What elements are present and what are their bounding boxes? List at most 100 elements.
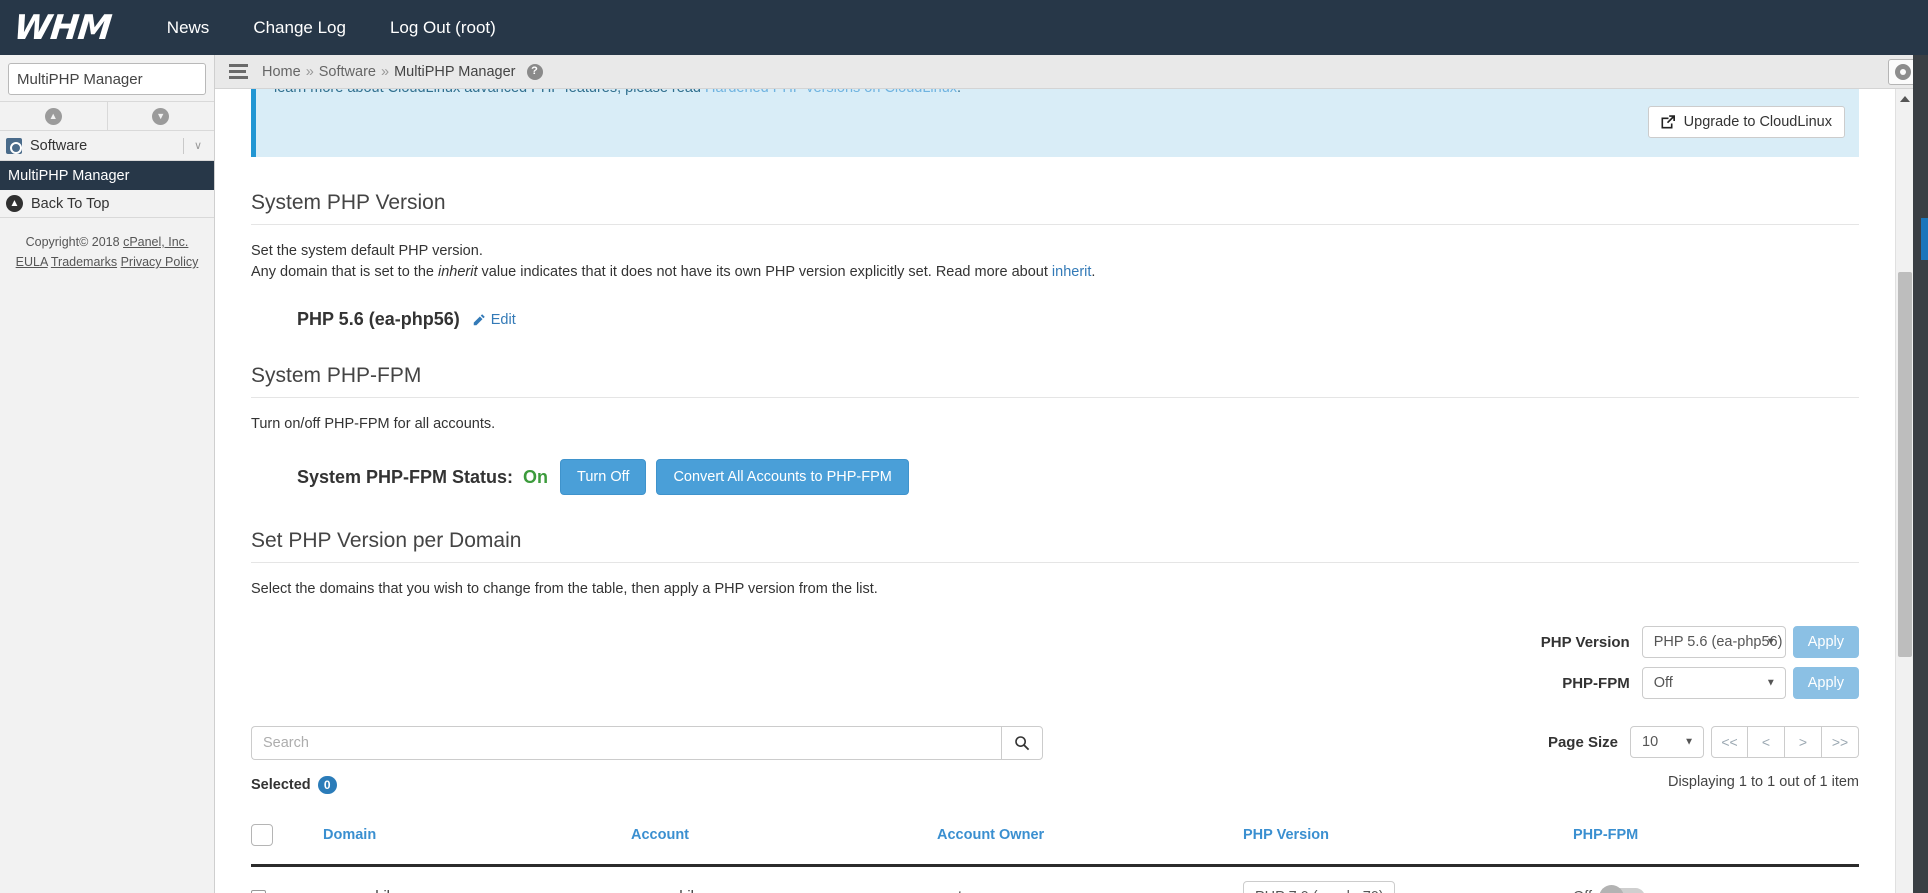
life-ring-icon [1895,64,1911,80]
whm-multiphp-manager-page: WHM News Change Log Log Out (root) ✕ ▲ ▼ [0,0,1928,893]
desc-line-2: Any domain that is set to the inherit va… [251,262,1859,283]
chevron-down-icon: ▼ [1766,637,1776,648]
apply-php-fpm-button[interactable]: Apply [1793,667,1859,699]
page-size-select[interactable]: 10 ▼ [1630,726,1704,758]
nav-log-out[interactable]: Log Out (root) [368,0,518,55]
breadcrumb-separator: » [306,64,314,80]
desc-part-a: Any domain that is set to the [251,264,438,280]
set-php-version-per-domain-section: Set PHP Version per Domain Select the do… [215,495,1895,600]
table-search-area: Selected 0 [251,726,1043,794]
table-header-row: Domain Account Account Owner PHP Version… [251,816,1859,866]
php-version-select[interactable]: PHP 5.6 (ea-php56) ▼ [1642,626,1786,658]
breadcrumb-home[interactable]: Home [262,64,301,80]
column-header-account-owner[interactable]: Account Owner [937,816,1243,866]
hardened-php-link[interactable]: Hardened PHP versions on CloudLinux [705,89,957,96]
php-fpm-select[interactable]: Off ▼ [1642,667,1786,699]
nav-news[interactable]: News [145,0,232,55]
hamburger-icon[interactable] [229,64,248,79]
convert-all-accounts-button[interactable]: Convert All Accounts to PHP-FPM [656,459,908,495]
selected-count-badge: 0 [318,776,337,794]
side-feedback-tab[interactable] [1921,218,1928,260]
row-select-cell [251,866,323,893]
php-fpm-status-value: On [523,467,548,488]
privacy-policy-link[interactable]: Privacy Policy [121,255,199,269]
table-toolbar: Selected 0 Page Size 10 ▼ [215,708,1895,794]
search-input[interactable] [251,726,1001,760]
chevron-up-icon: ▲ [45,108,62,125]
sidebar-search[interactable]: ✕ [8,63,206,95]
system-php-version-value: PHP 5.6 (ea-php56) [297,309,460,330]
cell-domain: mae.mobileappcms.xyz [323,866,631,893]
sidebar: ✕ ▲ ▼ Software ∨ MultiPHP Manager ▲ [0,55,215,893]
content-inner: learn more about CloudLinux advanced PHP… [215,89,1895,893]
row-php-fpm-toggle-cell: Off [1573,888,1859,893]
first-page-button[interactable]: << [1711,726,1748,758]
system-php-fpm-status-row: System PHP-FPM Status: On Turn Off Conve… [251,435,1859,495]
sidebar-item-multiphp-manager[interactable]: MultiPHP Manager [0,161,214,190]
nav-change-log[interactable]: Change Log [231,0,368,55]
select-all-header [251,816,323,866]
question-mark-icon[interactable]: ? [527,64,543,80]
sidebar-group-software[interactable]: Software ∨ [0,131,214,161]
desc-line-1: Set the system default PHP version. [251,241,1859,262]
row-php-fpm-state-label: Off [1573,889,1592,893]
domains-table-wrap: Domain Account Account Owner PHP Version… [215,794,1895,893]
row-php-version-select[interactable]: PHP 7.0 (ea-php70) ▼ [1243,881,1395,893]
column-header-php-fpm[interactable]: PHP-FPM [1573,816,1859,866]
cell-account: maemobileappcms [631,866,937,893]
page-size-label: Page Size [1548,734,1618,751]
breadcrumb-software[interactable]: Software [319,64,376,80]
main-content: Home » Software » MultiPHP Manager ? [215,55,1928,893]
cpanel-inc-link[interactable]: cPanel, Inc. [123,235,188,249]
upgrade-button-label: Upgrade to CloudLinux [1684,114,1832,130]
pagination-area: Page Size 10 ▼ << < > >> [1043,726,1859,790]
php-fpm-selected-value: Off [1654,675,1673,691]
page-body: ✕ ▲ ▼ Software ∨ MultiPHP Manager ▲ [0,55,1928,893]
scroll-up-icon[interactable] [1900,96,1910,102]
chevron-down-icon[interactable]: ∨ [194,139,202,152]
search-button[interactable] [1001,726,1043,760]
back-to-top-button[interactable]: ▲ Back To Top [0,190,214,218]
column-header-php-version[interactable]: PHP Version [1243,816,1573,866]
apply-php-version-button[interactable]: Apply [1793,626,1859,658]
breadcrumb-current: MultiPHP Manager [394,64,515,80]
top-navigation-bar: WHM News Change Log Log Out (root) [0,0,1928,55]
sidebar-footer: Copyright© 2018 cPanel, Inc. EULA Tradem… [0,218,214,272]
inherit-link[interactable]: inherit [1052,264,1092,280]
footer-links: EULA Trademarks Privacy Policy [0,252,214,272]
next-page-button[interactable]: > [1785,726,1822,758]
external-link-icon [1660,114,1676,130]
column-header-account[interactable]: Account [631,816,937,866]
trademarks-link[interactable]: Trademarks [51,255,117,269]
toggle-knob [1599,885,1624,893]
turn-off-button[interactable]: Turn Off [560,459,646,495]
top-nav-links: News Change Log Log Out (root) [145,0,518,55]
divider [183,138,184,154]
chevron-down-icon: ▼ [1766,678,1776,689]
expand-all-button[interactable]: ▼ [107,102,215,130]
copyright-line: Copyright© 2018 cPanel, Inc. [0,232,214,252]
previous-page-button[interactable]: < [1748,726,1785,758]
edit-label: Edit [491,312,516,328]
breadcrumb-separator: » [381,64,389,80]
upgrade-to-cloudlinux-button[interactable]: Upgrade to CloudLinux [1648,106,1845,138]
collapse-all-button[interactable]: ▲ [0,102,107,130]
page-size-value: 10 [1642,734,1658,750]
scrollbar-thumb[interactable] [1898,272,1912,657]
search-icon [1014,735,1030,751]
row-php-fpm-toggle[interactable] [1601,888,1645,893]
php-fpm-label: PHP-FPM [1562,675,1630,692]
copyright-text: Copyright© 2018 [26,235,123,249]
last-page-button[interactable]: >> [1822,726,1859,758]
pencil-icon [472,313,486,327]
sidebar-search-input[interactable] [9,71,224,88]
content-scrollbar[interactable] [1895,89,1913,893]
row-checkbox[interactable] [251,890,266,893]
bulk-apply-controls: PHP Version PHP 5.6 (ea-php56) ▼ Apply P… [215,600,1895,699]
select-all-checkbox[interactable] [251,824,273,846]
software-icon [6,138,22,154]
edit-system-php-version-button[interactable]: Edit [472,312,516,328]
breadcrumb: Home » Software » MultiPHP Manager ? [262,64,543,80]
eula-link[interactable]: EULA [16,255,48,269]
column-header-domain[interactable]: Domain [323,816,631,866]
